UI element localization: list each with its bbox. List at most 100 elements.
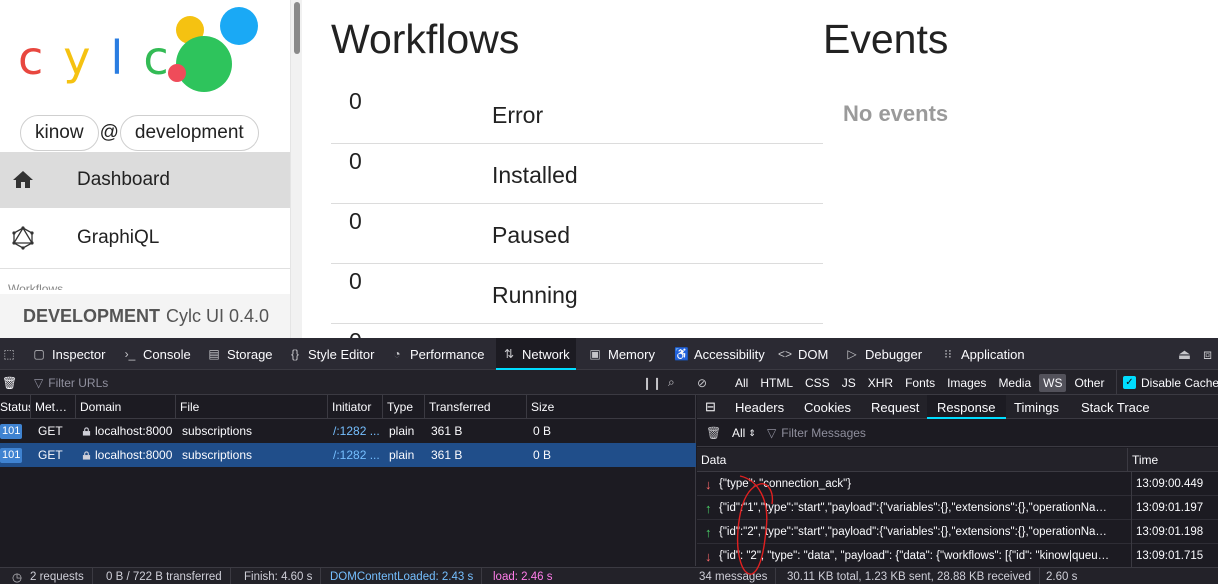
type-filter-images[interactable]: Images bbox=[943, 374, 990, 392]
request-initiator[interactable]: /:1282 ... bbox=[329, 419, 383, 443]
workflows-title: Workflows bbox=[331, 16, 520, 62]
state-label: Installed bbox=[492, 162, 578, 188]
workflow-state-row[interactable]: 0 Installed bbox=[331, 144, 823, 204]
hub-chip[interactable]: development bbox=[119, 115, 259, 151]
request-size: 0 B bbox=[533, 424, 552, 438]
style-editor-icon: {} bbox=[290, 347, 299, 361]
graphql-icon bbox=[0, 210, 46, 266]
version-label: Cylc UI 0.4.0 bbox=[166, 305, 270, 326]
nav-item-graphiql[interactable]: GraphiQL bbox=[0, 210, 290, 266]
pause-icon[interactable]: ❙❙ bbox=[642, 370, 662, 395]
request-list: Status Met… Domain File Initiator Type T… bbox=[0, 395, 696, 566]
status-totals: 30.11 KB total, 1.23 KB sent, 28.88 KB r… bbox=[787, 568, 1040, 584]
tab-inspector[interactable]: ▢ Inspector bbox=[32, 338, 105, 370]
toggle-sidebar-icon[interactable]: ⊟ bbox=[697, 395, 724, 419]
tab-console[interactable]: ›_ Console bbox=[123, 338, 191, 370]
tab-label: Application bbox=[961, 346, 1025, 362]
screen: c y l c kinow @ development Dashboard Gr… bbox=[0, 0, 1218, 584]
logo-letter-c2: c bbox=[143, 31, 169, 85]
filter-urls-input[interactable]: ▽ Filter URLs bbox=[22, 370, 622, 395]
column-method[interactable]: Met… bbox=[31, 395, 76, 419]
scrollbar-thumb[interactable] bbox=[294, 2, 300, 54]
network-icon: ⇅ bbox=[503, 347, 515, 361]
type-filter-fonts[interactable]: Fonts bbox=[901, 374, 939, 392]
element-picker-icon[interactable]: ⬚ bbox=[0, 338, 24, 370]
events-empty-message: No events bbox=[843, 101, 949, 126]
status-badge: 101 bbox=[0, 423, 23, 439]
filter-messages-placeholder: Filter Messages bbox=[781, 426, 866, 440]
type-filter-xhr[interactable]: XHR bbox=[864, 374, 897, 392]
tab-cookies[interactable]: Cookies bbox=[794, 395, 861, 419]
search-icon[interactable]: ⌕ bbox=[668, 370, 675, 395]
message-row[interactable]: ↑ {"id":"2","type":"start","payload":{"v… bbox=[697, 520, 1218, 544]
message-type-select[interactable]: All ⇕ bbox=[732, 419, 756, 447]
disable-cache-checkbox[interactable]: ✓ Disable Cache bbox=[1116, 370, 1218, 395]
status-duration: 2.60 s bbox=[1046, 570, 1078, 583]
workflow-state-row[interactable]: 0 Paused bbox=[331, 204, 823, 264]
request-initiator[interactable]: /:1282 ... bbox=[329, 443, 383, 467]
column-domain[interactable]: Domain bbox=[76, 395, 176, 419]
user-chip[interactable]: kinow bbox=[20, 115, 99, 151]
nav-item-dashboard[interactable]: Dashboard bbox=[0, 152, 290, 208]
tab-label: Memory bbox=[608, 346, 655, 362]
clear-messages-icon[interactable]: 🗑 bbox=[706, 419, 721, 447]
tab-debugger[interactable]: ▷ Debugger bbox=[845, 338, 922, 370]
tab-response[interactable]: Response bbox=[927, 395, 1006, 419]
type-filter-media[interactable]: Media bbox=[994, 374, 1035, 392]
column-initiator[interactable]: Initiator bbox=[328, 395, 383, 419]
tab-stack-trace[interactable]: Stack Trace bbox=[1071, 395, 1160, 419]
type-filter-html[interactable]: HTML bbox=[756, 374, 797, 392]
column-transferred[interactable]: Transferred bbox=[425, 395, 527, 419]
type-filter-css[interactable]: CSS bbox=[801, 374, 834, 392]
devtools-panel: ⬚ ▢ Inspector ›_ Console ▤ Storage {} Style … bbox=[0, 338, 1218, 584]
tab-storage[interactable]: ▤ Storage bbox=[207, 338, 272, 370]
tab-style-editor[interactable]: {} Style Editor bbox=[288, 338, 375, 370]
message-row[interactable]: ↑ {"id":"1","type":"start","payload":{"v… bbox=[697, 496, 1218, 520]
tab-dom[interactable]: <> DOM bbox=[778, 338, 828, 370]
workflow-state-row[interactable]: 0 Running bbox=[331, 264, 823, 324]
request-detail-pane: ⊟ Headers Cookies Request Response Timin… bbox=[697, 395, 1218, 568]
tab-application[interactable]: ⁝⁝ Application bbox=[941, 338, 1025, 370]
column-data[interactable]: Data bbox=[697, 448, 1128, 472]
sidebar-scrollbar[interactable] bbox=[290, 0, 302, 338]
message-row[interactable]: ↓ {"type": "connection_ack"} 13:09:00.44… bbox=[697, 472, 1218, 496]
dock-icon[interactable]: ⏏ bbox=[1178, 346, 1191, 363]
type-filter-all[interactable]: All bbox=[731, 374, 752, 392]
accessibility-icon: ♿ bbox=[674, 347, 689, 361]
request-row[interactable]: 101 GET localhost:8000 subscriptions /:1… bbox=[0, 419, 696, 443]
domain-text: localhost:8000 bbox=[95, 448, 173, 462]
message-data: {"id":"1","type":"start","payload":{"var… bbox=[719, 502, 1107, 514]
application-icon: ⁝⁝ bbox=[944, 347, 952, 361]
type-filter-ws[interactable]: WS bbox=[1039, 373, 1067, 392]
column-status[interactable]: Status bbox=[0, 395, 31, 419]
status-badge: 101 bbox=[0, 447, 23, 463]
tab-accessibility[interactable]: ♿ Accessibility bbox=[674, 338, 765, 370]
column-size[interactable]: Size bbox=[527, 395, 696, 419]
tab-network[interactable]: ⇅ Network bbox=[496, 338, 576, 370]
cylc-logo[interactable]: c y l c bbox=[18, 28, 189, 88]
screenshot-icon[interactable]: ⧈ bbox=[1203, 346, 1212, 363]
lock-icon bbox=[82, 426, 91, 436]
state-count: 0 bbox=[349, 88, 362, 114]
devtools-tabbar: ⬚ ▢ Inspector ›_ Console ▤ Storage {} Style … bbox=[0, 338, 1218, 370]
tab-timings[interactable]: Timings bbox=[1004, 395, 1069, 419]
column-type[interactable]: Type bbox=[383, 395, 425, 419]
filter-messages-input[interactable]: ▽ Filter Messages bbox=[767, 419, 1207, 447]
column-file[interactable]: File bbox=[176, 395, 328, 419]
tab-headers[interactable]: Headers bbox=[725, 395, 794, 419]
tab-performance[interactable]: ◔ Performance bbox=[390, 338, 484, 370]
workflow-state-row[interactable]: 0 bbox=[331, 324, 823, 338]
tab-memory[interactable]: ▣ Memory bbox=[588, 338, 655, 370]
request-transferred: 361 B bbox=[431, 448, 463, 462]
type-filter-js[interactable]: JS bbox=[838, 374, 860, 392]
clear-requests-icon[interactable]: 🗑 bbox=[2, 370, 17, 395]
workflow-state-row[interactable]: 0 Error bbox=[331, 84, 823, 144]
message-row[interactable]: ↓ {"id": "2", "type": "data", "payload":… bbox=[697, 544, 1218, 568]
tab-request[interactable]: Request bbox=[861, 395, 929, 419]
request-row-selected[interactable]: 101 GET localhost:8000 subscriptions /:1… bbox=[0, 443, 696, 467]
request-domain: localhost:8000 bbox=[78, 419, 176, 443]
block-icon[interactable]: ⊘ bbox=[697, 370, 707, 395]
type-filter-other[interactable]: Other bbox=[1070, 374, 1108, 392]
status-load: load: 2.46 s bbox=[493, 570, 553, 583]
column-time[interactable]: Time bbox=[1128, 448, 1218, 472]
